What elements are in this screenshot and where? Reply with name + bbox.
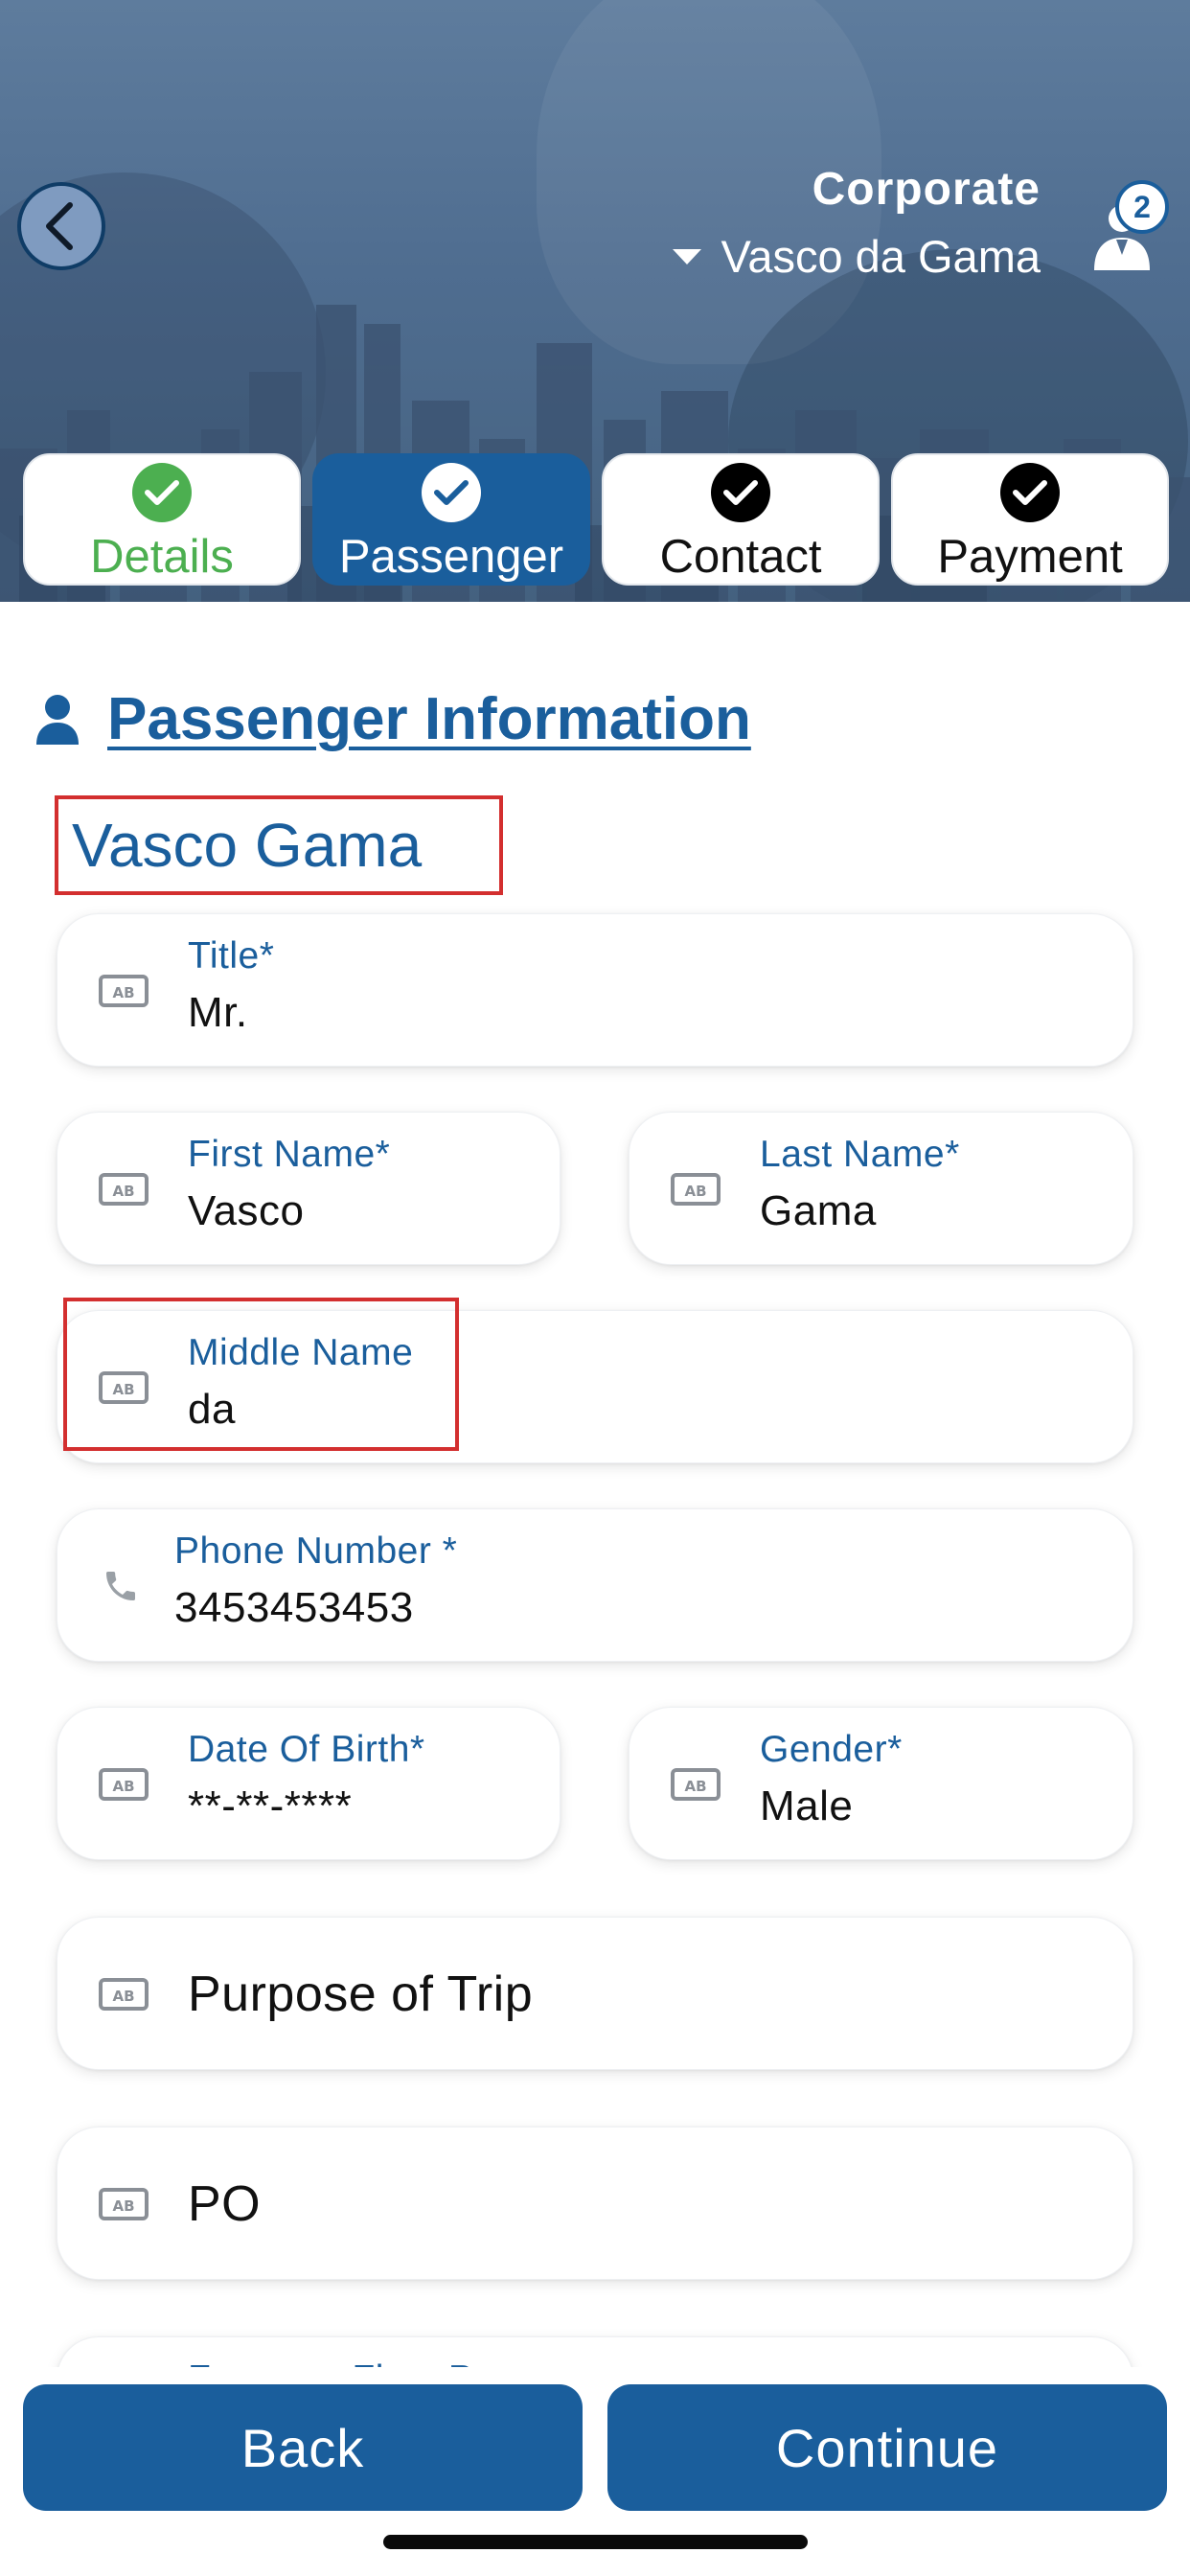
account-type-label: Corporate xyxy=(812,164,1041,215)
checkmark-icon xyxy=(132,463,192,522)
po-placeholder: PO xyxy=(188,2176,262,2232)
purpose-of-trip-field[interactable]: AB Purpose of Trip xyxy=(57,1917,1133,2070)
tab-label: Details xyxy=(90,531,234,583)
header-banner: Corporate Vasco da Gama 2 Details Passen… xyxy=(0,0,1190,602)
traveler-count-badge: 2 xyxy=(1115,180,1169,234)
checkmark-icon xyxy=(1000,463,1060,522)
title-label: Title* xyxy=(188,935,275,977)
tab-label: Passenger xyxy=(338,531,564,583)
svg-text:AB: AB xyxy=(112,1778,134,1795)
person-icon xyxy=(36,694,79,745)
title-field[interactable]: AB Title* Mr. xyxy=(57,913,1133,1067)
last-name-value: Gama xyxy=(760,1187,877,1234)
middle-name-value: da xyxy=(188,1386,236,1433)
gender-value: Male xyxy=(760,1782,854,1829)
user-selector-dropdown[interactable]: Vasco da Gama xyxy=(673,230,1041,283)
phone-value: 3453453453 xyxy=(174,1584,414,1631)
text-field-icon: AB xyxy=(99,975,149,1007)
first-name-label: First Name* xyxy=(188,1134,391,1175)
back-button[interactable]: Back xyxy=(23,2384,583,2511)
section-title[interactable]: Passenger Information xyxy=(107,685,751,753)
purpose-placeholder: Purpose of Trip xyxy=(188,1966,534,2022)
middle-name-field[interactable]: AB Middle Name da xyxy=(57,1310,1133,1463)
svg-text:AB: AB xyxy=(112,1183,134,1200)
phone-label: Phone Number * xyxy=(174,1530,458,1572)
tab-label: Contact xyxy=(659,531,822,583)
back-arrow-button[interactable] xyxy=(17,182,105,270)
first-name-field[interactable]: AB First Name* Vasco xyxy=(57,1112,561,1265)
text-field-icon: AB xyxy=(671,1768,721,1801)
middle-name-label: Middle Name xyxy=(188,1332,414,1373)
checkmark-icon xyxy=(711,463,770,522)
gender-field[interactable]: AB Gender* Male xyxy=(629,1707,1133,1860)
dob-value: **-**-**** xyxy=(188,1782,353,1829)
home-indicator[interactable] xyxy=(383,2535,808,2549)
phone-number-field[interactable]: Phone Number * 3453453453 xyxy=(57,1508,1133,1662)
svg-text:AB: AB xyxy=(112,2197,134,2215)
text-field-icon: AB xyxy=(99,1978,149,2011)
tab-passenger[interactable]: Passenger xyxy=(312,453,590,586)
first-name-value: Vasco xyxy=(188,1187,305,1234)
svg-text:AB: AB xyxy=(112,984,134,1001)
text-field-icon: AB xyxy=(99,1173,149,1206)
phone-icon xyxy=(106,1572,135,1600)
last-name-field[interactable]: AB Last Name* Gama xyxy=(629,1112,1133,1265)
tab-contact[interactable]: Contact xyxy=(602,453,880,586)
last-name-label: Last Name* xyxy=(760,1134,960,1175)
chevron-left-icon xyxy=(46,202,73,250)
svg-text:AB: AB xyxy=(112,1988,134,2005)
selected-user-name: Vasco da Gama xyxy=(721,231,1041,282)
gender-label: Gender* xyxy=(760,1729,903,1770)
svg-text:AB: AB xyxy=(112,1381,134,1398)
tab-payment[interactable]: Payment xyxy=(891,453,1169,586)
svg-text:AB: AB xyxy=(684,1183,706,1200)
section-header: Passenger Information xyxy=(34,685,751,753)
passenger-name-heading: Vasco Gama xyxy=(55,795,503,895)
checkmark-icon xyxy=(422,463,481,522)
tab-label: Payment xyxy=(937,531,1123,583)
tab-details[interactable]: Details xyxy=(23,453,301,586)
text-field-icon: AB xyxy=(671,1173,721,1206)
text-field-icon: AB xyxy=(99,2188,149,2220)
caret-down-icon xyxy=(673,248,702,264)
po-field[interactable]: AB PO xyxy=(57,2127,1133,2280)
dob-label: Date Of Birth* xyxy=(188,1729,425,1770)
date-of-birth-field[interactable]: AB Date Of Birth* **-**-**** xyxy=(57,1707,561,1860)
svg-text:AB: AB xyxy=(684,1778,706,1795)
title-value: Mr. xyxy=(188,989,248,1036)
continue-button[interactable]: Continue xyxy=(607,2384,1167,2511)
text-field-icon: AB xyxy=(99,1768,149,1801)
text-field-icon: AB xyxy=(99,1371,149,1404)
